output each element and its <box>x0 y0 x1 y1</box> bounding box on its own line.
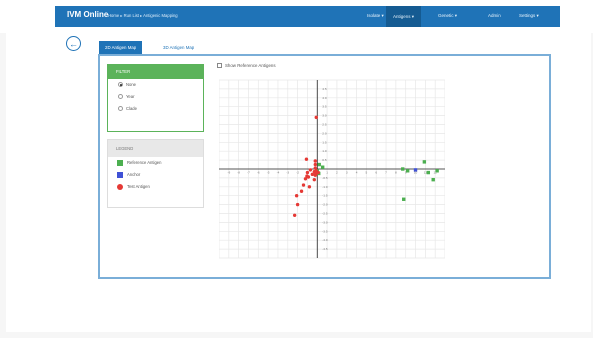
filter-panel: FILTER None Year Clade <box>107 64 204 132</box>
x-tick-label: -7 <box>247 171 250 175</box>
reference-antigen-point[interactable] <box>405 169 410 173</box>
reference-antigen-point[interactable] <box>426 170 430 175</box>
x-tick-label: -2 <box>296 171 299 175</box>
test-antigen-point[interactable] <box>308 168 313 172</box>
test-antigen-point[interactable] <box>295 202 300 207</box>
legend-item-anchor: Anchor <box>108 169 203 181</box>
x-tick-label: 6 <box>375 171 377 175</box>
test-antigen-point[interactable] <box>313 159 317 163</box>
reference-antigen-point[interactable] <box>422 160 427 164</box>
legend-item-test: Test Antigen <box>108 181 203 193</box>
y-tick-label: 2.5 <box>322 123 327 127</box>
x-tick-label: 5 <box>366 171 368 175</box>
filter-title: FILTER <box>108 65 203 79</box>
nav-genetic[interactable]: Genetic ▾ <box>438 13 457 19</box>
navbar: IVM Online Home ▸ Run List ▸ Antigenic M… <box>55 6 560 27</box>
anchor-point[interactable] <box>413 168 418 172</box>
y-tick-label: -1.0 <box>322 185 328 189</box>
filter-option-none[interactable]: None <box>108 79 203 91</box>
antigen-map-svg[interactable]: -9-8-7-6-5-4-3-2-11234567891011124.54.03… <box>218 78 446 260</box>
nav-isolate[interactable]: Isolate ▾ <box>367 13 384 19</box>
legend-item-reference: Reference Antigen <box>108 157 203 169</box>
back-arrow-icon[interactable]: ← <box>66 36 81 51</box>
show-reference-toggle[interactable]: Show Reference Antigens <box>217 63 276 69</box>
x-tick-label: 7 <box>385 171 387 175</box>
x-tick-label: 4 <box>356 171 358 175</box>
radio-selected-icon[interactable] <box>118 82 123 88</box>
y-tick-label: 4.5 <box>322 87 327 91</box>
y-tick-label: 4.0 <box>322 96 327 100</box>
x-tick-label: -5 <box>267 171 270 175</box>
x-tick-label: -6 <box>257 171 260 175</box>
test-antigen-point[interactable] <box>306 175 311 179</box>
radio-icon[interactable] <box>118 94 123 100</box>
y-tick-label: 3.0 <box>322 114 327 118</box>
nav-antigens[interactable]: Antigens ▾ <box>386 6 422 27</box>
y-tick-label: 2.0 <box>322 131 327 135</box>
test-antigen-point[interactable] <box>307 185 312 189</box>
y-tick-label: 1.5 <box>322 140 327 144</box>
x-tick-label: 2 <box>336 171 338 175</box>
legend-panel: LEGEND Reference Antigen Anchor Test Ant… <box>107 139 204 208</box>
test-antigen-point[interactable] <box>301 183 306 187</box>
y-tick-label: -3.0 <box>322 220 328 224</box>
checkbox-icon[interactable] <box>217 63 222 69</box>
reference-antigen-point[interactable] <box>320 165 325 169</box>
filter-option-clade[interactable]: Clade <box>108 103 203 115</box>
brand-logo[interactable]: IVM Online <box>67 10 108 19</box>
x-tick-label: -4 <box>277 171 280 175</box>
x-tick-label: -9 <box>227 171 230 175</box>
y-tick-label: -4.5 <box>322 247 328 251</box>
tab-2d-antigen-map[interactable]: 2D Antigen Map <box>99 41 143 54</box>
test-antigen-point[interactable] <box>303 177 308 181</box>
test-antigen-point[interactable] <box>314 115 318 120</box>
anchor-swatch-icon <box>117 171 123 178</box>
test-swatch-icon <box>117 183 123 190</box>
radio-icon[interactable] <box>118 106 123 112</box>
breadcrumb: Home ▸ Run List ▸ Antigenic Mapping <box>108 13 178 18</box>
x-tick-label: 1 <box>326 171 328 175</box>
y-tick-label: -3.5 <box>322 229 328 233</box>
x-tick-label: -8 <box>237 171 240 175</box>
test-antigen-point[interactable] <box>292 213 297 217</box>
y-tick-label: -0.5 <box>322 176 328 180</box>
reference-antigen-point[interactable] <box>435 169 439 173</box>
filter-option-year[interactable]: Year <box>108 91 203 103</box>
y-tick-label: -2.0 <box>322 203 328 207</box>
y-tick-label: -2.5 <box>322 212 328 216</box>
y-tick-label: 0.5 <box>322 158 327 162</box>
top-bar: IVM Online Home ▸ Run List ▸ Antigenic M… <box>0 0 593 33</box>
y-tick-label: -1.5 <box>322 194 328 198</box>
test-antigen-point[interactable] <box>310 172 315 177</box>
antigen-map-plot[interactable]: -9-8-7-6-5-4-3-2-11234567891011124.54.03… <box>218 78 446 260</box>
x-tick-label: 3 <box>346 171 348 175</box>
test-antigen-point[interactable] <box>304 157 309 161</box>
reference-antigen-point[interactable] <box>402 197 406 201</box>
test-antigen-point[interactable] <box>305 170 310 175</box>
x-tick-label: -3 <box>286 171 289 175</box>
tab-3d-antigen-map[interactable]: 3D Antigen Map <box>157 41 201 54</box>
reference-antigen-point[interactable] <box>431 177 435 182</box>
test-antigen-point[interactable] <box>316 170 320 175</box>
test-antigen-point[interactable] <box>299 189 304 193</box>
reference-antigen-point[interactable] <box>317 162 321 167</box>
test-antigen-point[interactable] <box>313 170 317 175</box>
test-antigen-point[interactable] <box>294 194 299 198</box>
y-tick-label: -4.0 <box>322 238 328 242</box>
x-tick-label: 8 <box>395 171 397 175</box>
y-tick-label: 1.0 <box>322 149 327 153</box>
reference-swatch-icon <box>117 159 123 166</box>
test-antigen-point[interactable] <box>312 177 317 182</box>
nav-admin[interactable]: Admin <box>488 13 501 18</box>
nav-settings[interactable]: Settings ▾ <box>519 13 539 19</box>
y-tick-label: 3.5 <box>322 105 327 109</box>
legend-title: LEGEND <box>108 140 203 157</box>
test-antigen-point[interactable] <box>313 162 317 167</box>
reference-antigen-point[interactable] <box>401 167 405 171</box>
